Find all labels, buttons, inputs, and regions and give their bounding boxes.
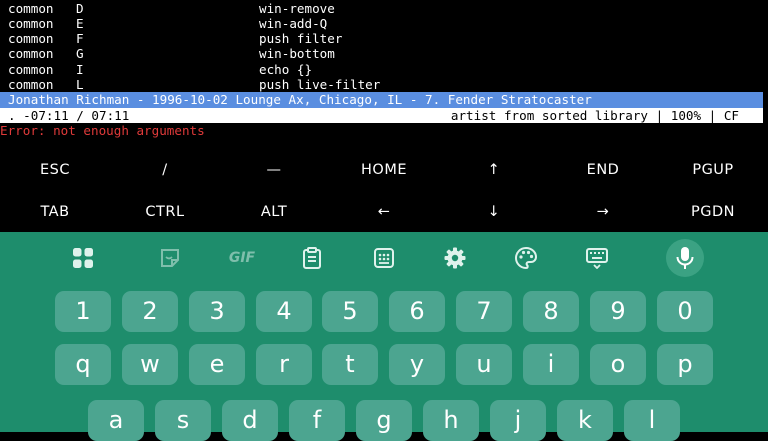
- binding-mode: common: [8, 77, 54, 92]
- binding-command: push live-filter: [259, 77, 381, 92]
- binding-command: win-remove: [259, 1, 335, 16]
- key-p[interactable]: p: [657, 344, 713, 385]
- now-playing-bar: Jonathan Richman - 1996-10-02 Lounge Ax,…: [0, 92, 763, 108]
- esc-key[interactable]: ESC: [0, 159, 110, 181]
- key-7[interactable]: 7: [456, 291, 512, 332]
- binding-key: G: [76, 46, 84, 61]
- binding-key: E: [76, 16, 84, 31]
- keyboard-icon[interactable]: [583, 244, 611, 272]
- key-a[interactable]: a: [88, 400, 144, 441]
- binding-key: I: [76, 62, 84, 77]
- apps-grid-icon[interactable]: [69, 244, 97, 272]
- playback-time: . -07:11 / 07:11: [8, 108, 130, 123]
- gif-icon[interactable]: GIF: [226, 244, 258, 272]
- key-i[interactable]: i: [523, 344, 579, 385]
- binding-mode: common: [8, 1, 54, 16]
- palette-icon[interactable]: [512, 244, 540, 272]
- extra-keys-bar: ESC / — HOME ↑ END PGUP TAB CTRL ALT ← ↓…: [0, 148, 768, 232]
- binding-command: echo {}: [259, 62, 313, 77]
- key-r[interactable]: r: [256, 344, 312, 385]
- tab-key[interactable]: TAB: [0, 201, 110, 223]
- binding-row: common I echo {}: [8, 62, 312, 77]
- key-9[interactable]: 9: [590, 291, 646, 332]
- soft-keyboard: GIF 1 2 3 4 5 6 7 8 9 0 q w e r t y u i …: [0, 232, 768, 441]
- binding-command: win-bottom: [259, 46, 335, 61]
- binding-row: common L push live-filter: [8, 77, 380, 92]
- key-q[interactable]: q: [55, 344, 111, 385]
- key-d[interactable]: d: [222, 400, 278, 441]
- microphone-icon[interactable]: [666, 239, 704, 277]
- key-8[interactable]: 8: [523, 291, 579, 332]
- key-6[interactable]: 6: [389, 291, 445, 332]
- key-5[interactable]: 5: [322, 291, 378, 332]
- key-g[interactable]: g: [356, 400, 412, 441]
- key-o[interactable]: o: [590, 344, 646, 385]
- binding-mode: common: [8, 16, 54, 31]
- key-0[interactable]: 0: [657, 291, 713, 332]
- binding-mode: common: [8, 31, 54, 46]
- library-status: artist from sorted library | 100% | CF: [450, 108, 739, 123]
- binding-key: F: [76, 31, 84, 46]
- key-l[interactable]: l: [624, 400, 680, 441]
- slash-key[interactable]: /: [110, 159, 220, 181]
- gear-icon[interactable]: [441, 244, 469, 272]
- calculator-icon[interactable]: [370, 244, 398, 272]
- binding-mode: common: [8, 62, 54, 77]
- key-y[interactable]: y: [389, 344, 445, 385]
- pgdn-key[interactable]: PGDN: [658, 201, 768, 223]
- key-h[interactable]: h: [423, 400, 479, 441]
- key-f[interactable]: f: [289, 400, 345, 441]
- key-k[interactable]: k: [557, 400, 613, 441]
- key-s[interactable]: s: [155, 400, 211, 441]
- binding-command: push filter: [259, 31, 343, 46]
- sticker-icon[interactable]: [156, 244, 184, 272]
- status-line: . -07:11 / 07:11 artist from sorted libr…: [0, 108, 763, 123]
- end-key[interactable]: END: [548, 159, 658, 181]
- dash-key[interactable]: —: [219, 159, 329, 181]
- key-4[interactable]: 4: [256, 291, 312, 332]
- binding-row: common F push filter: [8, 31, 342, 46]
- key-1[interactable]: 1: [55, 291, 111, 332]
- binding-key: D: [76, 1, 84, 16]
- key-3[interactable]: 3: [189, 291, 245, 332]
- down-arrow-key[interactable]: ↓: [439, 201, 549, 223]
- binding-command: win-add-Q: [259, 16, 328, 31]
- key-u[interactable]: u: [456, 344, 512, 385]
- binding-row: common G win-bottom: [8, 46, 335, 61]
- terminal[interactable]: common D win-remove common E win-add-Q c…: [0, 0, 768, 138]
- up-arrow-key[interactable]: ↑: [439, 159, 549, 181]
- error-message: Error: not enough arguments: [0, 123, 205, 138]
- binding-row: common E win-add-Q: [8, 16, 327, 31]
- key-w[interactable]: w: [122, 344, 178, 385]
- key-2[interactable]: 2: [122, 291, 178, 332]
- key-e[interactable]: e: [189, 344, 245, 385]
- binding-row: common D win-remove: [8, 1, 335, 16]
- home-key[interactable]: HOME: [329, 159, 439, 181]
- key-j[interactable]: j: [490, 400, 546, 441]
- binding-mode: common: [8, 46, 54, 61]
- ctrl-key[interactable]: CTRL: [110, 201, 220, 223]
- alt-key[interactable]: ALT: [219, 201, 329, 223]
- clipboard-icon[interactable]: [298, 244, 326, 272]
- key-t[interactable]: t: [322, 344, 378, 385]
- binding-key: L: [76, 77, 84, 92]
- right-arrow-key[interactable]: →: [548, 201, 658, 223]
- pgup-key[interactable]: PGUP: [658, 159, 768, 181]
- left-arrow-key[interactable]: ←: [329, 201, 439, 223]
